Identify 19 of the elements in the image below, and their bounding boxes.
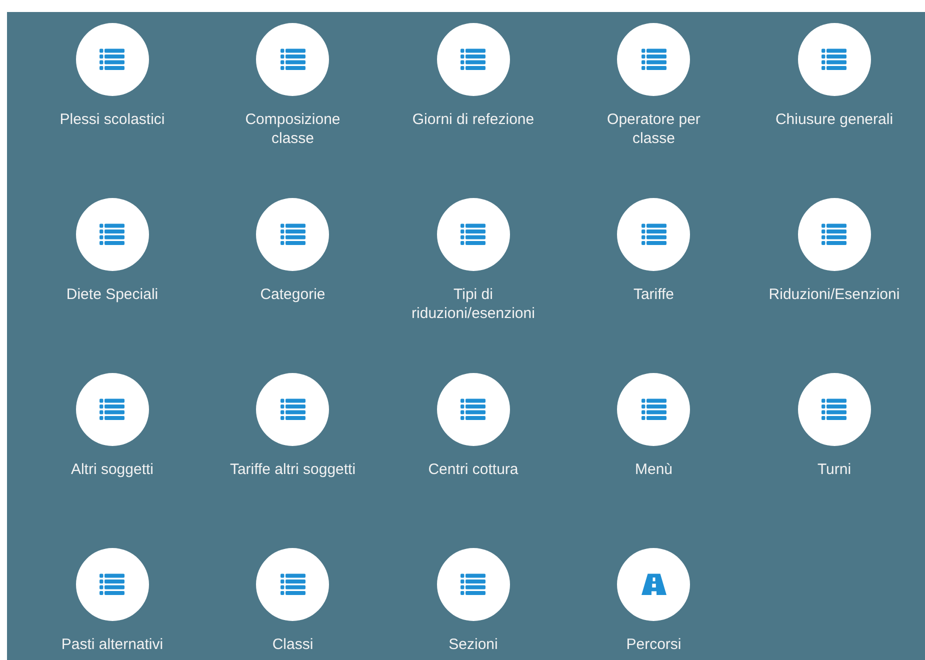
menu-tile-label[interactable]: Tariffe altri soggetti — [230, 460, 356, 479]
menu-tile-label[interactable]: Operatore per classe — [584, 110, 724, 148]
menu-tile-label[interactable]: Centri cottura — [428, 460, 518, 479]
menu-tile-label[interactable]: Tipi di riduzioni/esenzioni — [403, 285, 544, 323]
menu-tile-label[interactable]: Plessi scolastici — [60, 110, 165, 129]
menu-tile-label[interactable]: Tariffe — [633, 285, 674, 304]
menu-tile-label[interactable]: Categorie — [260, 285, 326, 304]
menu-tile-label[interactable]: Turni — [817, 460, 852, 479]
menu-tile-label[interactable]: Diete Speciali — [66, 285, 158, 304]
menu-tile-label[interactable]: Altri soggetti — [70, 460, 154, 479]
menu-tile-label[interactable]: Classi — [272, 635, 314, 654]
menu-tile-label[interactable]: Sezioni — [448, 635, 498, 654]
menu-tile-label[interactable]: Giorni di refezione — [412, 110, 534, 129]
menu-tile-label[interactable]: Menù — [634, 460, 673, 479]
menu-tile-label[interactable]: Percorsi — [626, 635, 682, 654]
menu-tile-label[interactable]: Pasti alternativi — [61, 635, 164, 654]
menu-tile-label[interactable]: Chiusure generali — [775, 110, 894, 129]
menu-tile-label[interactable]: Riduzioni/Esenzioni — [768, 285, 900, 304]
menu-tile-label[interactable]: Composizione classe — [222, 110, 363, 148]
